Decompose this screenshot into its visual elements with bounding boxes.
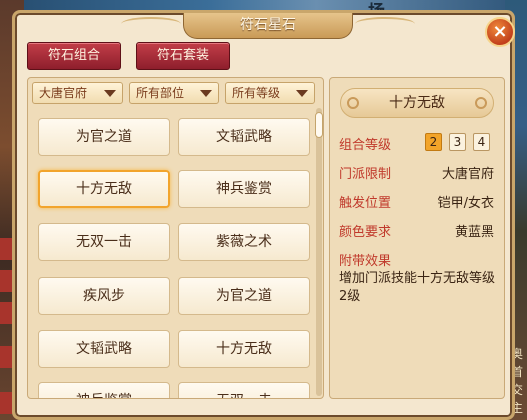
list-item[interactable]: 文韬武略 — [178, 118, 310, 156]
list-item[interactable]: 十方无敌 — [178, 330, 310, 368]
level-option-2[interactable]: 2 — [425, 133, 442, 151]
slot-filter-dropdown[interactable]: 所有部位 — [129, 82, 219, 104]
window-title: 符石星石 — [183, 13, 353, 39]
sect-filter-value: 大唐官府 — [39, 86, 88, 100]
sect-restriction-label: 门派限制 — [339, 167, 392, 182]
list-item[interactable]: 文韬武略 — [38, 330, 170, 368]
list-scrollbar-track[interactable] — [316, 108, 322, 396]
title-ornament-right — [355, 17, 415, 31]
list-item-selected[interactable]: 十方无敌 — [38, 170, 170, 208]
detail-title: 十方无敌 — [340, 88, 494, 118]
close-button[interactable]: × — [485, 17, 515, 47]
level-filter-dropdown[interactable]: 所有等级 — [225, 82, 315, 104]
list-item[interactable]: 为官之道 — [178, 277, 310, 315]
swirl-ornament-icon — [347, 97, 359, 109]
list-item[interactable]: 紫薇之术 — [178, 223, 310, 261]
rune-list-panel: 大唐官府 所有部位 所有等级 为官之道 文韬武略 十方无敌 神兵鉴赏 无双一击 … — [27, 77, 324, 399]
dropdown-arrow-icon — [200, 90, 212, 97]
slot-filter-value: 所有部位 — [136, 86, 185, 100]
dropdown-arrow-icon — [104, 90, 116, 97]
color-requirement-label: 颜色要求 — [339, 225, 392, 240]
combination-level-label: 组合等级 — [339, 138, 392, 153]
level-option-3[interactable]: 3 — [449, 133, 466, 151]
rune-detail-panel: 十方无敌 组合等级 2 3 4 门派限制 大唐官府 触发位置 铠甲/女衣 颜色要… — [329, 77, 505, 399]
sect-filter-dropdown[interactable]: 大唐官府 — [32, 82, 123, 104]
close-icon: × — [492, 21, 508, 42]
title-ornament-left — [121, 17, 181, 31]
swirl-ornament-icon — [475, 97, 487, 109]
detail-title-text: 十方无敌 — [389, 95, 445, 111]
list-item[interactable]: 神兵鉴赏 — [178, 170, 310, 208]
tab-rune-set[interactable]: 符石套装 — [136, 42, 230, 70]
list-item[interactable]: 为官之道 — [38, 118, 170, 156]
list-item[interactable]: 疾风步 — [38, 277, 170, 315]
color-requirement-value: 黄蓝黑 — [454, 225, 494, 240]
effect-label: 附带效果 — [339, 254, 392, 269]
level-option-4[interactable]: 4 — [473, 133, 490, 151]
level-filter-value: 所有等级 — [232, 86, 281, 100]
dropdown-arrow-icon — [296, 90, 308, 97]
tab-rune-combination[interactable]: 符石组合 — [27, 42, 121, 70]
list-item[interactable]: 无双一击 — [178, 382, 310, 398]
trigger-position-value: 铠甲/女衣 — [437, 196, 494, 211]
list-item[interactable]: 无双一击 — [38, 223, 170, 261]
rune-stone-window: 符石星石 × 符石组合 符石套装 大唐官府 所有部位 所有等级 为官之道 文韬武… — [12, 10, 515, 420]
trigger-position-label: 触发位置 — [339, 196, 392, 211]
list-item[interactable]: 神兵鉴赏 — [38, 382, 170, 398]
list-scrollbar-thumb[interactable] — [315, 112, 323, 138]
sect-restriction-value: 大唐官府 — [441, 167, 494, 182]
effect-description: 增加门派技能十方无敌等级2级 — [339, 271, 496, 304]
